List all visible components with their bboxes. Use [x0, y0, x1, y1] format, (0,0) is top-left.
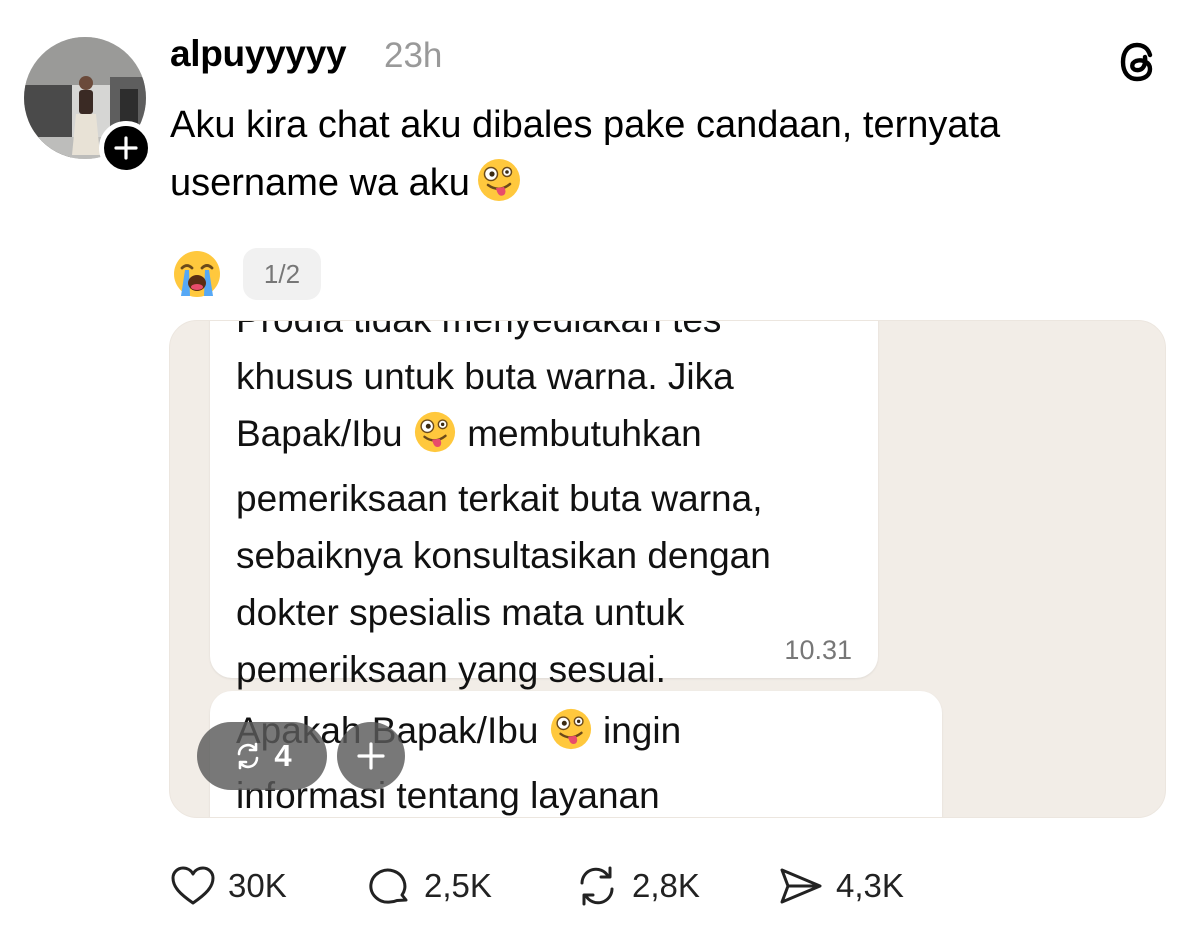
add-overlay-button[interactable]: [337, 722, 405, 790]
reposts-overlay-button[interactable]: 4: [197, 722, 327, 790]
repost-button[interactable]: 2,8K: [574, 860, 700, 912]
reply-button[interactable]: 2,5K: [368, 860, 492, 912]
share-button[interactable]: 4,3K: [778, 860, 904, 912]
chat-message-time: 10.31: [784, 635, 852, 665]
chat-line: sebaiknya konsultasikan dengan: [236, 535, 771, 576]
chat-line: dokter spesialis mata untuk: [236, 592, 685, 633]
zany-face-emoji-icon: [476, 157, 522, 220]
image-counter-badge: 1/2: [243, 248, 321, 300]
plus-icon: [114, 136, 138, 160]
reposts-overlay-count: 4: [274, 738, 292, 773]
chat-line: pemeriksaan terkait buta warna,: [236, 478, 763, 519]
username[interactable]: alpuyyyyy: [170, 33, 347, 75]
like-button[interactable]: 30K: [170, 860, 287, 912]
repost-icon: [580, 866, 614, 906]
post-text: Aku kira chat aku dibales pake candaan, …: [170, 96, 1150, 220]
zany-face-emoji-icon: [549, 707, 593, 767]
post-timestamp: 23h: [384, 36, 443, 75]
plus-icon: [357, 742, 385, 770]
heart-icon: [171, 866, 215, 905]
chat-line: pemeriksaan yang sesuai.: [236, 649, 666, 690]
chat-line: khusus untuk buta warna. Jika: [236, 356, 734, 397]
follow-plus-button[interactable]: [99, 121, 153, 175]
zany-face-emoji-icon: [413, 410, 457, 470]
chat-line-cut: Prodia tidak menyediakan tes: [236, 321, 771, 348]
send-icon: [780, 868, 822, 904]
chat-line: Bapak/Ibu membutuhkan: [236, 405, 771, 470]
share-count: 4,3K: [836, 867, 904, 904]
like-count: 30K: [228, 867, 287, 904]
chat-bubble: Prodia tidak menyediakan tes khusus untu…: [210, 321, 878, 690]
loudly-crying-face-icon: [174, 251, 220, 297]
post-body: Aku kira chat aku dibales pake candaan, …: [170, 104, 1001, 204]
comment-icon: [369, 868, 408, 904]
repost-icon: [238, 742, 259, 770]
reply-count: 2,5K: [424, 867, 492, 904]
repost-count: 2,8K: [632, 867, 700, 904]
threads-logo-icon[interactable]: [1117, 38, 1165, 86]
